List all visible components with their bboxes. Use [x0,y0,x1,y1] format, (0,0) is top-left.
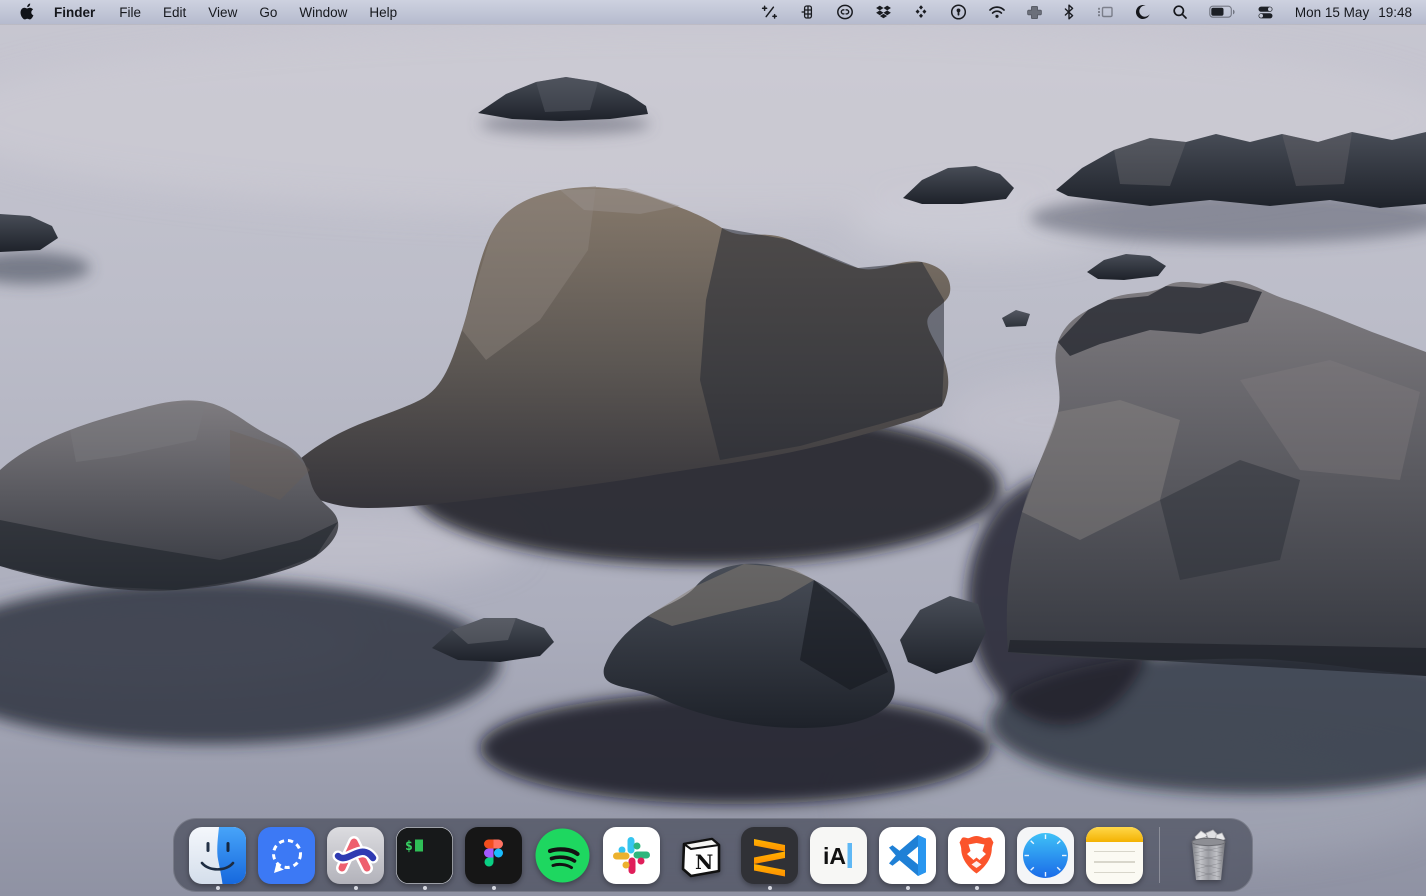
wifi-icon[interactable] [978,0,1017,24]
running-indicator [423,886,427,890]
terminal-prompt-glyph: $ [405,839,413,854]
battery-icon[interactable] [1199,0,1247,24]
dock-item-notion[interactable]: N [666,818,735,892]
dock-item-signal[interactable] [252,818,321,892]
dropbox-icon[interactable] [865,0,903,24]
finder-icon [189,827,246,884]
running-indicator [492,886,496,890]
apple-logo-icon [19,3,34,21]
dock-item-vscode[interactable] [873,818,942,892]
focus-moon-icon[interactable] [1125,0,1162,24]
running-indicator [906,886,910,890]
dock-item-a-logo-app[interactable] [321,818,390,892]
brave-icon [948,827,1005,884]
dock-item-figma[interactable] [459,818,528,892]
dock-item-slack[interactable] [597,818,666,892]
menu-bar-status: Mon 15 May 19:48 [751,0,1426,24]
menu-bar-left: Finder File Edit View Go Window Help [0,0,408,24]
control-center-icon[interactable] [1247,0,1285,24]
a-logo-app-icon [327,827,384,884]
menu-help[interactable]: Help [358,0,408,24]
menu-bar-clock[interactable]: Mon 15 May 19:48 [1285,5,1412,20]
signal-icon [258,827,315,884]
menu-app-name[interactable]: Finder [52,0,108,24]
dock-item-notes[interactable] [1080,818,1149,892]
menu-window[interactable]: Window [288,0,358,24]
menu-bar: Finder File Edit View Go Window Help [0,0,1426,24]
spotlight-search-icon[interactable] [1162,0,1199,24]
sparkle-wand-icon[interactable] [751,0,789,24]
notes-icon [1086,827,1143,884]
dock-item-safari[interactable] [1011,818,1080,892]
stage-manager-icon[interactable] [1086,0,1125,24]
figma-icon [465,827,522,884]
desktop-wallpaper [0,0,1426,896]
notes-yellow-band [1086,827,1143,842]
one-password-keyhole-icon[interactable] [940,0,978,24]
clock-date: Mon 15 May [1295,5,1369,20]
running-indicator [975,886,979,890]
dock-item-trash[interactable] [1174,818,1243,892]
dock-item-ia-writer[interactable]: iA [804,818,873,892]
dock-item-terminal[interactable]: $ [390,818,459,892]
dock-item-finder[interactable] [183,818,252,892]
dock-item-brave[interactable] [942,818,1011,892]
ia-writer-icon: iA [810,827,867,884]
running-indicator [216,886,220,890]
adobe-creative-cloud-icon[interactable] [826,0,865,24]
slack-icon [603,827,660,884]
sublime-text-icon [741,827,798,884]
vscode-icon [879,827,936,884]
dock-divider [1159,827,1160,883]
clipboard-grid-icon[interactable] [789,0,826,24]
notion-icon: N [672,827,729,884]
dock-item-spotify[interactable] [528,818,597,892]
menu-view[interactable]: View [197,0,248,24]
wallpaper-art [0,0,1426,896]
terminal-icon: $ [396,827,453,884]
menu-go[interactable]: Go [248,0,288,24]
ia-glyph: iA [823,843,846,869]
running-indicator [354,886,358,890]
running-indicator [768,886,772,890]
clock-time: 19:48 [1378,5,1412,20]
apple-menu[interactable] [0,0,52,24]
bluetooth-icon[interactable] [1053,0,1086,24]
spotify-icon [534,827,591,884]
menu-file[interactable]: File [108,0,152,24]
trash-full-icon [1180,827,1237,884]
notion-n-glyph: N [695,850,713,874]
safari-icon [1017,827,1074,884]
dock-item-sublime[interactable] [735,818,804,892]
gray-plus-icon[interactable] [1017,0,1053,24]
setapp-icon[interactable] [903,0,940,24]
dock: $ [173,818,1253,892]
menu-edit[interactable]: Edit [152,0,197,24]
